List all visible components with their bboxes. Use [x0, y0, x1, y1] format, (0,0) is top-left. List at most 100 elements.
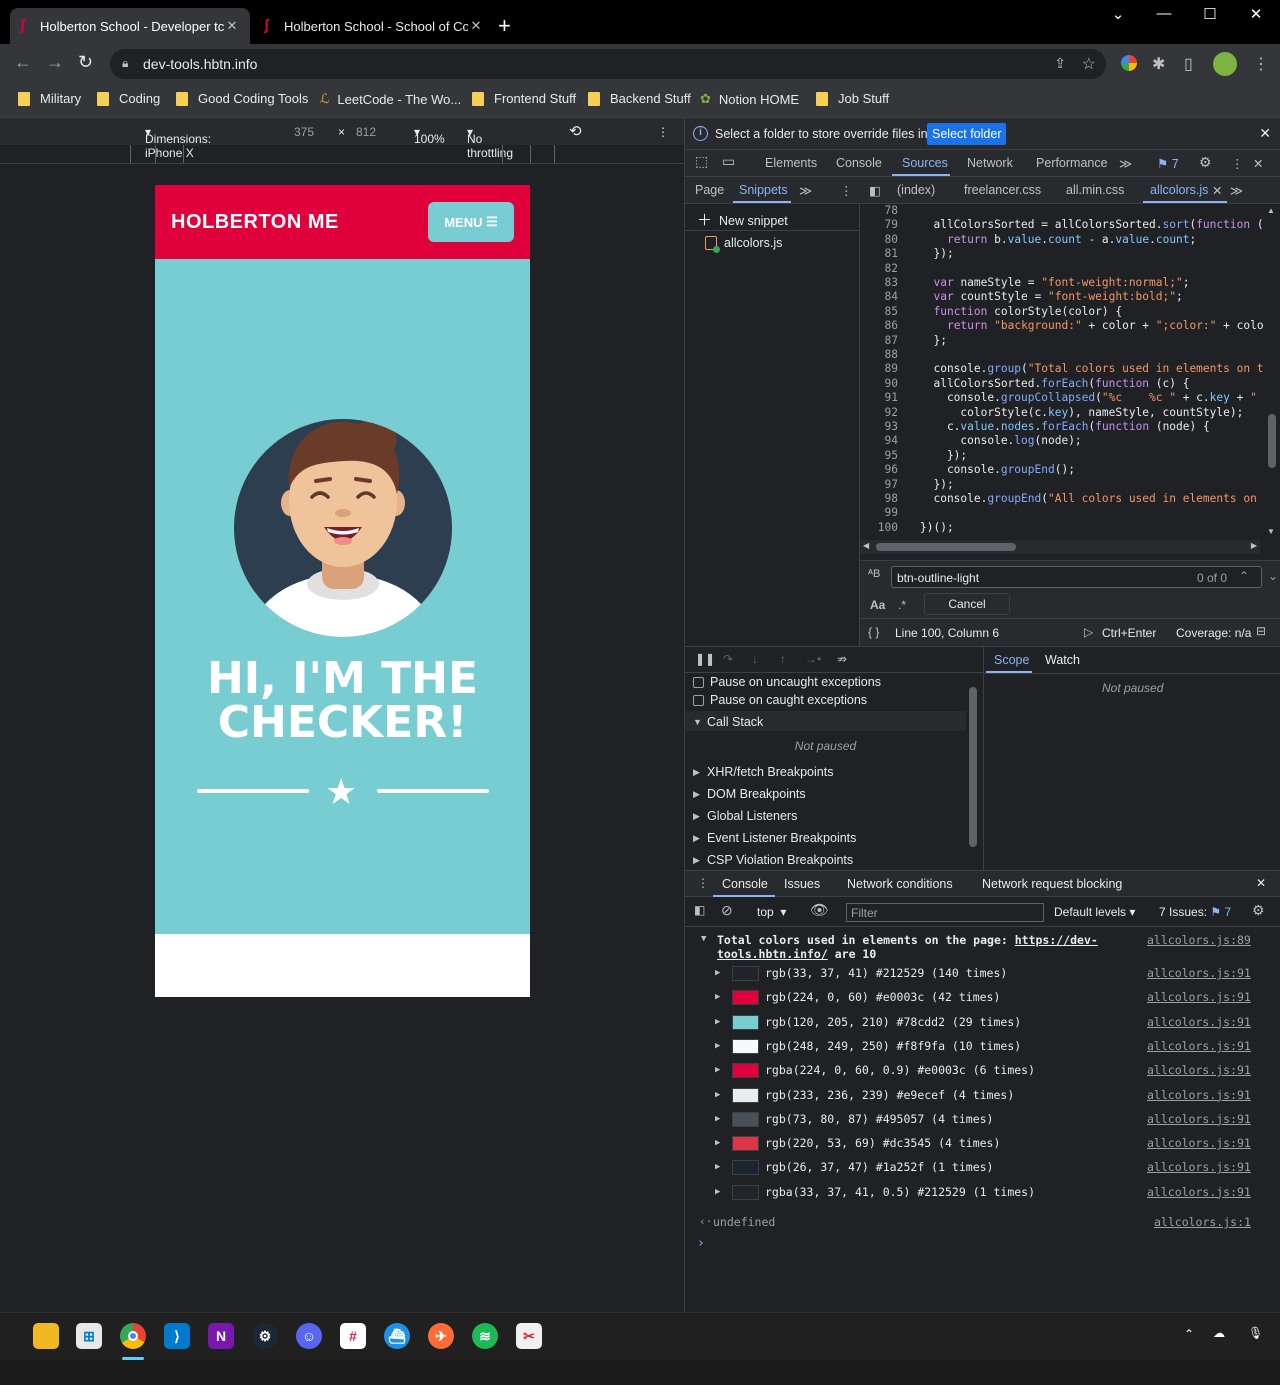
console-color-row[interactable]: ▶ rgba(33, 37, 41, 0.5) #212529 (1 times)… — [685, 1182, 1280, 1206]
forward-icon[interactable]: → — [46, 52, 64, 73]
devtools-menu-icon[interactable]: ⋮ — [1231, 156, 1244, 171]
code-line[interactable]: 83 var nameStyle = "font-weight:normal;"… — [860, 276, 1280, 290]
regex-toggle[interactable]: .* — [898, 598, 906, 612]
tab-scope[interactable]: Scope — [994, 653, 1029, 667]
toggle-navigator-icon[interactable]: ◧ — [869, 183, 881, 198]
menu-button[interactable]: MENU ☰ — [428, 202, 514, 242]
subtab-menu-icon[interactable]: ⋮ — [840, 183, 853, 198]
code-editor[interactable]: 78 79 allColorsSorted = allColorsSorted.s… — [860, 204, 1280, 554]
console-color-row[interactable]: ▶ rgb(73, 80, 87) #495057 (4 times) allcol… — [685, 1109, 1280, 1133]
back-icon[interactable]: ← — [14, 52, 32, 73]
rotate-icon[interactable]: ⟲ — [569, 122, 582, 140]
editor-vertical-scrollbar[interactable]: ▲ ▼ — [1264, 204, 1278, 540]
close-devtools-icon[interactable]: ✕ — [1253, 156, 1263, 171]
code-line[interactable]: 94 console.log(node); — [860, 434, 1280, 448]
line-number[interactable]: 88 — [860, 348, 898, 362]
device-menu-icon[interactable]: ⋮ — [657, 125, 669, 139]
bookmark-job[interactable]: Job Stuff — [816, 91, 889, 106]
checkbox[interactable] — [693, 676, 704, 688]
step-into-icon[interactable]: ↓ — [752, 652, 758, 666]
file-explorer-icon[interactable] — [33, 1323, 59, 1349]
drawer-tab-network-conditions[interactable]: Network conditions — [847, 877, 953, 891]
find-cancel-button[interactable]: Cancel — [924, 593, 1010, 615]
share-icon[interactable]: ⇪ — [1054, 55, 1066, 72]
more-subtabs-icon[interactable]: ≫ — [799, 183, 812, 198]
minimize-icon[interactable]: — — [1141, 5, 1187, 22]
chrome-icon[interactable] — [120, 1323, 146, 1349]
line-number[interactable]: 94 — [860, 434, 898, 448]
line-number[interactable]: 89 — [860, 362, 898, 376]
console-settings-icon[interactable]: ⚙ — [1252, 902, 1265, 919]
more-files-icon[interactable]: ≫ — [1230, 183, 1243, 198]
pause-uncaught-checkbox[interactable]: Pause on uncaught exceptions — [693, 675, 881, 689]
profile-avatar[interactable] — [1213, 52, 1237, 76]
menu-kebab-icon[interactable]: ⋮ — [1253, 54, 1269, 74]
code-line[interactable]: 89 console.group("Total colors used in e… — [860, 362, 1280, 376]
find-prev-icon[interactable]: ⌃ — [1239, 569, 1249, 583]
maximize-icon[interactable]: ☐ — [1187, 5, 1233, 23]
scroll-right-arrow-icon[interactable]: ▶ — [1251, 541, 1257, 550]
source-link[interactable]: allcolors.js:91 — [1147, 990, 1251, 1004]
console-color-row[interactable]: ▶ rgb(26, 37, 47) #1a252f (1 times) allcol… — [685, 1157, 1280, 1181]
code-line[interactable]: 79 allColorsSorted = allColorsSorted.sor… — [860, 218, 1280, 232]
expand-row-icon[interactable]: ▶ — [715, 1065, 720, 1075]
bookmark-good-coding-tools[interactable]: Good Coding Tools — [176, 91, 308, 106]
subtab-page[interactable]: Page — [695, 183, 724, 197]
code-line[interactable]: 97 }); — [860, 478, 1280, 492]
line-number[interactable]: 87 — [860, 334, 898, 348]
code-line[interactable]: 90 allColorsSorted.forEach(function (c) … — [860, 377, 1280, 391]
drawer-tab-console[interactable]: Console — [722, 877, 768, 891]
throttling-select[interactable]: No throttling ▾ — [467, 125, 513, 160]
device-toggle-icon[interactable]: ▭ — [722, 153, 735, 170]
line-number[interactable]: 98 — [860, 492, 898, 506]
tray-chevron-icon[interactable]: ⌃ — [1184, 1327, 1194, 1341]
drawer-menu-icon[interactable]: ⋮ — [697, 876, 709, 890]
code-line[interactable]: 80 return b.value.count - a.value.count; — [860, 233, 1280, 247]
line-number[interactable]: 95 — [860, 449, 898, 463]
slack-icon[interactable]: # — [340, 1323, 366, 1349]
drawer-tab-issues[interactable]: Issues — [784, 877, 820, 891]
select-folder-button[interactable]: Select folder — [927, 123, 1007, 145]
context-select[interactable]: top ▾ — [757, 905, 786, 919]
console-color-row[interactable]: ▶ rgb(233, 236, 239) #e9ecef (4 times) all… — [685, 1085, 1280, 1109]
deactivate-breakpoints-icon[interactable]: ⇏ — [837, 652, 847, 666]
store-icon[interactable]: ⊞ — [76, 1323, 102, 1349]
csp-violation-breakpoints-section[interactable]: ▶ CSP Violation Breakpoints — [693, 853, 853, 867]
pretty-print-icon[interactable]: { } — [868, 625, 879, 639]
find-next-icon[interactable]: ⌄ — [1268, 569, 1278, 583]
line-number[interactable]: 84 — [860, 290, 898, 304]
console-color-row[interactable]: ▶ rgb(33, 37, 41) #212529 (140 times) allc… — [685, 963, 1280, 987]
code-line[interactable]: 85 function colorStyle(color) { — [860, 305, 1280, 319]
code-line[interactable]: 99 — [860, 506, 1280, 520]
tab-console[interactable]: Console — [836, 156, 882, 170]
snippet-item[interactable]: allcolors.js — [705, 236, 782, 253]
height-input[interactable]: 812 — [356, 125, 376, 139]
bookmark-coding[interactable]: Coding — [97, 91, 160, 106]
console-color-row[interactable]: ▶ rgba(224, 0, 60, 0.9) #e0003c (6 times)… — [685, 1060, 1280, 1084]
code-line[interactable]: 88 — [860, 348, 1280, 362]
code-line[interactable]: 86 return "background:" + color + ";colo… — [860, 319, 1280, 333]
close-drawer-icon[interactable]: ✕ — [1256, 876, 1266, 890]
step-over-icon[interactable]: ↷ — [723, 652, 733, 666]
call-stack-section[interactable]: ▼ Call Stack — [693, 715, 763, 729]
code-line[interactable]: 78 — [860, 204, 1280, 218]
code-line[interactable]: 95 }); — [860, 449, 1280, 463]
scroll-up-arrow-icon[interactable]: ▲ — [1267, 206, 1275, 215]
tab-network[interactable]: Network — [967, 156, 1013, 170]
discord-icon[interactable]: ☺ — [296, 1323, 322, 1349]
expand-row-icon[interactable]: ▶ — [715, 1114, 720, 1124]
toggle-drawer-icon[interactable]: ⊟ — [1256, 624, 1266, 638]
line-number[interactable]: 83 — [860, 276, 898, 290]
spotify-icon[interactable]: ≋ — [472, 1323, 498, 1349]
line-number[interactable]: 93 — [860, 420, 898, 434]
line-number[interactable]: 92 — [860, 406, 898, 420]
code-line[interactable]: 100})(); — [860, 521, 1280, 535]
steam-icon[interactable]: ⚙ — [252, 1323, 278, 1349]
line-number[interactable]: 90 — [860, 377, 898, 391]
more-tabs-icon[interactable]: ≫ — [1119, 156, 1132, 171]
line-number[interactable]: 82 — [860, 262, 898, 276]
reload-icon[interactable]: ↻ — [78, 52, 93, 73]
extensions-icon[interactable]: ✱ — [1152, 54, 1165, 74]
pause-caught-checkbox[interactable]: Pause on caught exceptions — [693, 693, 867, 707]
console-color-row[interactable]: ▶ rgb(220, 53, 69) #dc3545 (4 times) allco… — [685, 1133, 1280, 1157]
